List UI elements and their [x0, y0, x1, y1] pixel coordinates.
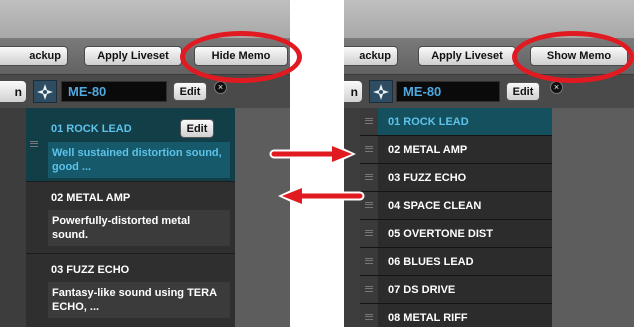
patch-list: 01 ROCK LEAD 02 METAL AMP 03 FUZZ ECHO 0… [360, 108, 552, 327]
patch-name: 01 ROCK LEAD [51, 123, 132, 135]
drag-grip[interactable] [360, 276, 378, 303]
partial-tab-button[interactable]: n [344, 81, 362, 102]
arrow-left-icon [278, 184, 365, 208]
patch-name: 01 ROCK LEAD [388, 116, 469, 128]
patch-name: 05 OVERTONE DIST [388, 228, 493, 240]
list-item[interactable]: 04 SPACE CLEAN [360, 192, 552, 220]
list-item[interactable]: 01 ROCK LEAD Edit Well sustained distort… [26, 108, 235, 182]
list-item[interactable]: 08 METAL RIFF [360, 304, 552, 327]
device-name-field[interactable]: ME-80 [396, 81, 500, 102]
patch-name: 06 BLUES LEAD [388, 256, 474, 268]
patch-edit-button[interactable]: Edit [180, 119, 214, 138]
patch-name: 03 FUZZ ECHO [51, 264, 130, 276]
arrow-right-icon [269, 142, 356, 166]
device-edit-button[interactable]: Edit [173, 82, 207, 101]
backup-button[interactable]: ackup [344, 46, 398, 66]
empty-area [552, 108, 634, 327]
list-item[interactable]: 06 BLUES LEAD [360, 248, 552, 276]
close-icon[interactable]: × [214, 81, 227, 94]
list-item[interactable]: 07 DS DRIVE [360, 276, 552, 304]
list-item[interactable]: 03 FUZZ ECHO Fantasy-like sound using TE… [26, 254, 235, 327]
partial-tab-button[interactable]: n [0, 81, 26, 102]
patch-memo-list: 01 ROCK LEAD Edit Well sustained distort… [26, 108, 235, 327]
device-logo-icon[interactable] [369, 80, 393, 103]
transition-arrows [269, 142, 365, 208]
list-item[interactable]: 02 METAL AMP Powerfully-distorted metal … [26, 182, 235, 254]
drag-grip[interactable] [360, 220, 378, 247]
patch-memo: Well sustained distortion sound, good ..… [48, 142, 230, 178]
drag-handle-icon[interactable] [365, 230, 373, 236]
drag-handle-icon[interactable] [365, 258, 373, 264]
patch-memo: Powerfully-distorted metal sound. [48, 210, 230, 246]
drag-grip[interactable] [360, 248, 378, 275]
patch-memo: Fantasy-like sound using TERA ECHO, ... [48, 282, 230, 318]
drag-handle-icon[interactable] [365, 286, 373, 292]
device-edit-button[interactable]: Edit [506, 82, 540, 101]
patch-name: 07 DS DRIVE [388, 284, 456, 296]
list-item[interactable]: 01 ROCK LEAD [360, 108, 552, 136]
device-name-field[interactable]: ME-80 [61, 81, 167, 102]
patch-name: 02 METAL AMP [51, 192, 131, 204]
drag-grip[interactable] [360, 108, 378, 135]
hide-memo-highlight [180, 31, 302, 83]
patch-name: 03 FUZZ ECHO [388, 172, 467, 184]
apply-liveset-button[interactable]: Apply Liveset [84, 46, 182, 66]
apply-liveset-button[interactable]: Apply Liveset [418, 46, 516, 66]
drag-handle-icon[interactable] [30, 141, 38, 147]
list-item[interactable]: 05 OVERTONE DIST [360, 220, 552, 248]
list-item[interactable]: 03 FUZZ ECHO [360, 164, 552, 192]
patch-name: 04 SPACE CLEAN [388, 200, 482, 212]
patch-name: 02 METAL AMP [388, 144, 468, 156]
drag-grip[interactable] [360, 304, 378, 327]
show-memo-highlight [512, 31, 634, 83]
patch-name: 08 METAL RIFF [388, 312, 468, 324]
close-icon[interactable]: × [550, 81, 563, 94]
left-gutter [0, 108, 26, 327]
drag-handle-icon[interactable] [365, 118, 373, 124]
backup-button[interactable]: ackup [0, 46, 68, 66]
list-item[interactable]: 02 METAL AMP [360, 136, 552, 164]
device-logo-icon[interactable] [33, 80, 57, 103]
drag-handle-icon[interactable] [365, 314, 373, 320]
